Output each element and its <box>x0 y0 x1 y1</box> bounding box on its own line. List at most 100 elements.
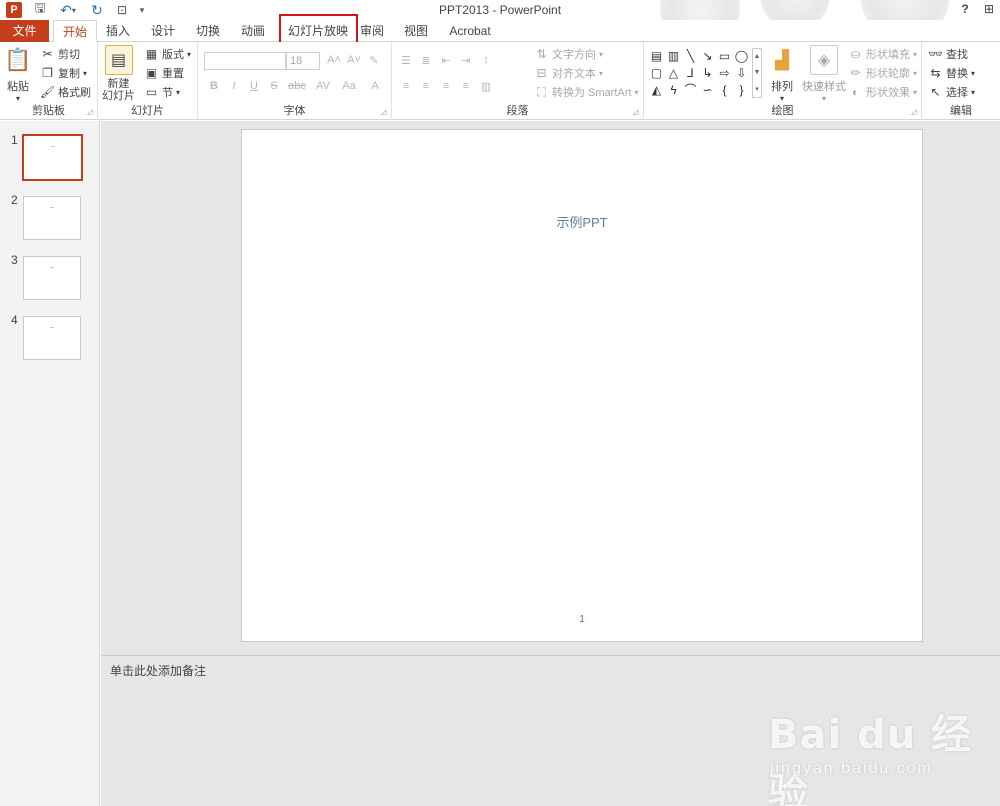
redo-icon[interactable]: ↻ <box>90 2 104 18</box>
layout-button[interactable]: ▦ 版式 ▾ <box>144 45 191 63</box>
start-from-beginning-icon[interactable]: ⊡ <box>114 2 130 18</box>
increase-indent-icon[interactable]: ⇥ <box>458 54 474 67</box>
shape-fill-label: 形状填充 <box>866 49 910 61</box>
down-arrow-shape-icon[interactable]: ⇩ <box>733 65 750 82</box>
cut-button[interactable]: ✂ 剪切 <box>40 45 80 63</box>
bold-button[interactable]: B <box>206 80 222 92</box>
paste-button[interactable]: 📋 粘贴 ▾ <box>4 45 32 103</box>
select-button[interactable]: ↖ 选择 ▾ <box>928 83 975 101</box>
quick-styles-button[interactable]: ◈ 快速样式 ▾ <box>802 45 846 103</box>
curve-shape-icon[interactable]: ∽ <box>699 82 716 99</box>
align-text-button[interactable]: ⊟ 对齐文本 ▾ <box>534 64 603 82</box>
tab-file[interactable]: 文件 <box>0 20 49 42</box>
undo-icon[interactable]: ↶ ▾ <box>56 2 80 18</box>
convert-smartart-button[interactable]: ⛶ 转换为 SmartArt ▾ <box>534 83 638 101</box>
brace-left-shape-icon[interactable]: { <box>716 82 733 99</box>
shrink-font-icon[interactable]: A˅ <box>346 54 362 67</box>
flowchart-shape-icon[interactable]: ◭ <box>648 82 665 99</box>
dialog-launcher-icon[interactable]: ◿ <box>911 109 919 117</box>
tab-acrobat[interactable]: Acrobat <box>444 20 496 42</box>
section-button[interactable]: ▭ 节 ▾ <box>144 83 180 101</box>
align-center-icon[interactable]: ≡ <box>418 80 434 93</box>
elbow-connector-shape-icon[interactable]: ⅃ <box>682 65 699 82</box>
brace-right-shape-icon[interactable]: } <box>733 82 750 99</box>
underline-button[interactable]: U <box>246 80 262 92</box>
gallery-scrollbar[interactable]: ▲ ▼ ▾ <box>752 48 762 98</box>
shapes-gallery[interactable]: ▤ ▥ ╲ ↘ ▭ ◯ ▢ △ ⅃ ↳ ⇨ ⇩ ◭ ϟ ⌒ ∽ { } <box>648 48 752 98</box>
oval-shape-icon[interactable]: ◯ <box>733 48 750 65</box>
chevron-down-icon[interactable]: ▼ <box>754 69 761 76</box>
align-right-icon[interactable]: ≡ <box>438 80 454 93</box>
tab-animations[interactable]: 动画 <box>234 20 272 42</box>
new-slide-button[interactable]: ▤ 新建 幻灯片 <box>102 45 135 102</box>
watermark-logo: Bai du 经验 <box>768 712 973 806</box>
shape-effects-button[interactable]: ◐ 形状效果 ▾ <box>848 83 917 101</box>
arc-shape-icon[interactable]: ⌒ <box>682 82 699 99</box>
line-shape-icon[interactable]: ╲ <box>682 48 699 65</box>
slide-title-text[interactable]: 示例PPT <box>242 212 922 231</box>
clear-formatting-icon[interactable]: ✎ <box>366 54 382 67</box>
notes-placeholder[interactable]: 单击此处添加备注 <box>110 662 206 679</box>
slide-thumbnail[interactable] <box>23 196 81 240</box>
reset-button[interactable]: ▣ 重置 <box>144 64 184 82</box>
dialog-launcher-icon[interactable]: ◿ <box>633 109 641 117</box>
font-name-combo[interactable] <box>204 52 286 70</box>
bullets-icon[interactable]: ☰ <box>398 54 414 67</box>
line-spacing-icon[interactable]: ↕ <box>478 54 494 67</box>
paint-bucket-icon: ⛀ <box>850 47 861 61</box>
dialog-launcher-icon[interactable]: ◿ <box>87 109 95 117</box>
lightning-shape-icon[interactable]: ϟ <box>665 82 682 99</box>
tab-home[interactable]: 开始 <box>53 20 97 43</box>
elbow-arrow-shape-icon[interactable]: ↳ <box>699 65 716 82</box>
tab-transitions[interactable]: 切换 <box>190 20 226 42</box>
shadow-button[interactable]: S <box>266 80 282 92</box>
slide-thumbnail[interactable] <box>22 134 83 181</box>
align-controls: ≡ ≡ ≡ ≡ ▥ <box>398 80 494 93</box>
arrange-button[interactable]: ▟ 排列 ▾ <box>768 45 796 104</box>
vertical-textbox-shape-icon[interactable]: ▥ <box>665 48 682 65</box>
chevron-up-icon[interactable]: ▲ <box>754 53 761 60</box>
slide-canvas[interactable]: 示例PPT 1 <box>241 129 923 642</box>
font-color-button[interactable]: A <box>364 80 386 92</box>
right-arrow-shape-icon[interactable]: ⇨ <box>716 65 733 82</box>
slide-thumbnail-pane: 1 2 3 4 <box>0 121 100 806</box>
rounded-rectangle-shape-icon[interactable]: ▢ <box>648 65 665 82</box>
ribbon-display-options-icon[interactable]: ⊞ <box>982 2 996 16</box>
triangle-shape-icon[interactable]: △ <box>665 65 682 82</box>
numbering-icon[interactable]: ≣ <box>418 54 434 67</box>
grow-font-icon[interactable]: A˄ <box>326 54 342 67</box>
dialog-launcher-icon[interactable]: ◿ <box>381 109 389 117</box>
help-button[interactable]: ? <box>958 2 972 16</box>
slide-thumbnail[interactable] <box>23 316 81 360</box>
justify-icon[interactable]: ≡ <box>458 80 474 93</box>
shape-fill-button[interactable]: ⛀ 形状填充 ▾ <box>848 45 917 63</box>
columns-icon[interactable]: ▥ <box>478 80 494 93</box>
tab-design[interactable]: 设计 <box>144 20 182 42</box>
rectangle-shape-icon[interactable]: ▭ <box>716 48 733 65</box>
character-spacing-button[interactable]: AV <box>312 80 334 92</box>
save-icon[interactable]: 🖫 <box>32 0 48 18</box>
copy-button[interactable]: ❐ 复制 ▾ <box>40 64 87 82</box>
align-left-icon[interactable]: ≡ <box>398 80 414 93</box>
find-button[interactable]: 👓 查找 <box>928 45 968 63</box>
change-case-button[interactable]: Aa <box>338 80 360 92</box>
arrow-line-shape-icon[interactable]: ↘ <box>699 48 716 65</box>
tab-view[interactable]: 视图 <box>398 20 434 42</box>
tab-review[interactable]: 审阅 <box>356 20 388 42</box>
more-icon[interactable]: ▾ <box>755 85 759 93</box>
strikethrough-button[interactable]: abc <box>286 80 308 92</box>
shape-outline-button[interactable]: ✏ 形状轮廓 ▾ <box>848 64 917 82</box>
arrange-label: 排列 <box>771 81 793 93</box>
replace-button[interactable]: ⇆ 替换 ▾ <box>928 64 975 82</box>
textbox-shape-icon[interactable]: ▤ <box>648 48 665 65</box>
text-direction-button[interactable]: ⇅ 文字方向 ▾ <box>534 45 603 63</box>
font-size-controls: A˄ A˅ ✎ <box>326 54 382 67</box>
format-painter-button[interactable]: 🖌 格式刷 <box>40 83 91 101</box>
new-slide-icon: ▤ <box>104 45 133 75</box>
font-size-combo[interactable]: 18 <box>286 52 320 70</box>
customize-quick-access-icon[interactable]: ▾ <box>137 2 147 18</box>
decrease-indent-icon[interactable]: ⇤ <box>438 54 454 67</box>
tab-insert[interactable]: 插入 <box>100 20 136 42</box>
italic-button[interactable]: I <box>226 80 242 92</box>
slide-thumbnail[interactable] <box>23 256 81 300</box>
